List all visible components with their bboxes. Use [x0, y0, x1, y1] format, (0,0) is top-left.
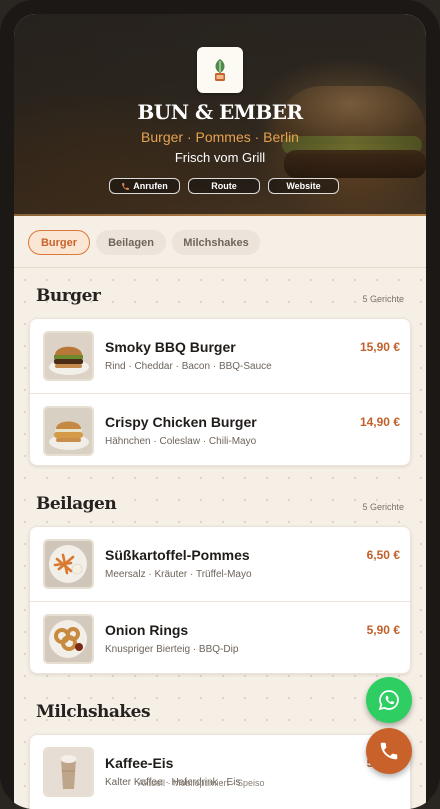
section-card-milchshakes: Kaffee-Eis Kalter Kaffee · Haferdrink · …	[29, 734, 411, 809]
call-button[interactable]: Anrufen	[109, 178, 180, 194]
item-description: Hähnchen · Coleslaw · Chili-Mayo	[105, 436, 257, 447]
section-count-burger: 5 Gerichte	[362, 294, 404, 304]
item-photo	[43, 539, 94, 589]
item-price: 5,90 €	[366, 623, 400, 637]
phone-frame: BUN & EMBER Burger · Pommes · Berlin Fri…	[0, 0, 440, 809]
category-tabs: Burger Beilagen Milchshakes	[14, 216, 426, 268]
section-title-burger: Burger	[36, 286, 101, 306]
hero-banner: BUN & EMBER Burger · Pommes · Berlin Fri…	[14, 14, 426, 216]
route-button[interactable]: Route	[188, 178, 260, 194]
tab-beilagen[interactable]: Beilagen	[96, 230, 166, 255]
menu-item[interactable]: Crispy Chicken Burger Hähnchen · Colesla…	[30, 393, 412, 467]
item-name: Onion Rings	[105, 622, 189, 638]
call-fab-button[interactable]	[366, 728, 412, 774]
menu-item[interactable]: Onion Rings Knuspriger Bierteig · BBQ-Di…	[30, 601, 412, 675]
section-card-beilagen: Süßkartoffel-Pommes Meersalz · Kräuter ·…	[29, 526, 412, 675]
whatsapp-button[interactable]	[366, 677, 412, 723]
item-price: 14,90 €	[359, 415, 400, 429]
section-card-burger: Smoky BBQ Burger Rind · Cheddar · Bacon …	[29, 318, 412, 467]
tab-milchshakes[interactable]: Milchshakes	[172, 230, 260, 255]
call-button-label: Anrufen	[133, 181, 168, 191]
menu-item[interactable]: Süßkartoffel-Pommes Meersalz · Kräuter ·…	[30, 527, 412, 601]
item-photo	[43, 406, 94, 456]
item-name: Crispy Chicken Burger	[105, 414, 257, 430]
restaurant-subline: Frisch vom Grill	[174, 150, 266, 165]
phone-icon	[122, 182, 130, 190]
website-button[interactable]: Website	[268, 178, 339, 194]
section-title-milchshakes: Milchshakes	[36, 702, 151, 722]
menu-item[interactable]: Smoky BBQ Burger Rind · Cheddar · Bacon …	[30, 319, 412, 393]
item-name: Kaffee-Eis	[105, 755, 174, 771]
item-photo	[43, 747, 94, 797]
restaurant-tagline: Burger · Pommes · Berlin	[141, 129, 299, 145]
section-count-beilagen: 5 Gerichte	[362, 502, 404, 512]
item-price: 6,50 €	[366, 548, 400, 562]
tab-burger[interactable]: Burger	[28, 230, 90, 255]
item-description: Knuspriger Bierteig · BBQ-Dip	[105, 644, 239, 655]
hero-actions: Anrufen Route Website	[109, 178, 339, 194]
section-title-beilagen: Beilagen	[36, 494, 117, 514]
item-photo	[43, 614, 94, 664]
item-photo	[43, 331, 94, 381]
menu-item[interactable]: Kaffee-Eis Kalter Kaffee · Haferdrink · …	[30, 735, 412, 809]
website-button-label: Website	[286, 181, 321, 191]
footer-note: Aktuell · Mobiloptimiert · Speiso	[138, 778, 265, 788]
route-button-label: Route	[211, 181, 237, 191]
item-description: Meersalz · Kräuter · Trüffel-Mayo	[105, 569, 252, 580]
item-price: 15,90 €	[359, 340, 400, 354]
whatsapp-icon	[378, 690, 399, 711]
item-name: Süßkartoffel-Pommes	[105, 547, 250, 563]
logo-leaf-icon	[215, 59, 225, 81]
menu-list: Burger 5 Gerichte Smoky BBQ Burger Rind …	[14, 269, 426, 809]
item-description: Rind · Cheddar · Bacon · BBQ-Sauce	[105, 361, 272, 372]
restaurant-name: BUN & EMBER	[137, 100, 303, 124]
screen: BUN & EMBER Burger · Pommes · Berlin Fri…	[14, 14, 426, 809]
item-name: Smoky BBQ Burger	[105, 339, 236, 355]
phone-icon	[380, 742, 398, 760]
restaurant-logo	[197, 47, 243, 93]
